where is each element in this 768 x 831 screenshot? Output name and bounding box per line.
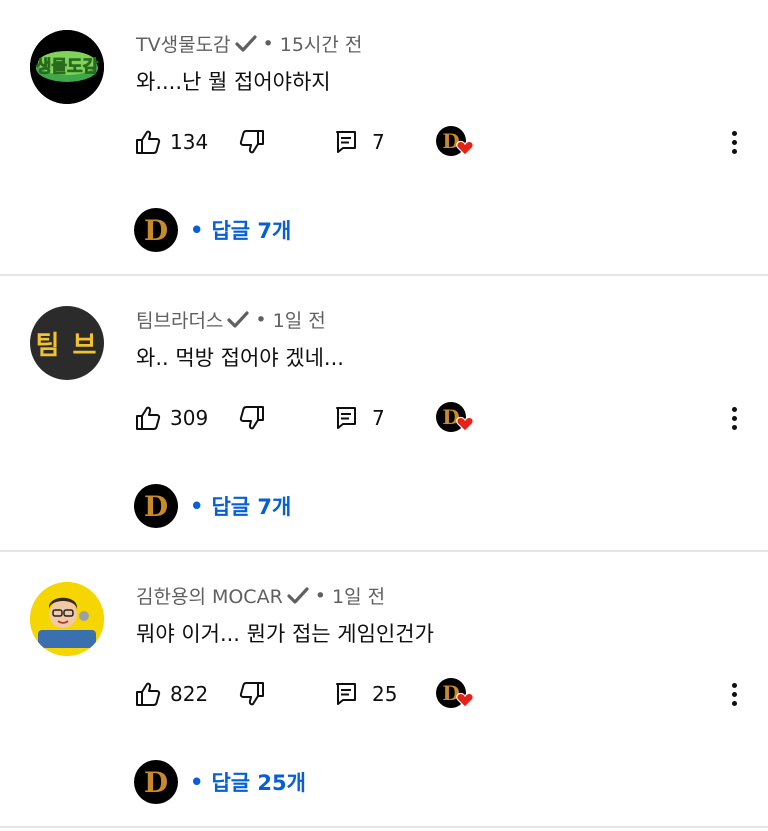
thumbs-up-icon xyxy=(136,682,161,706)
thumbs-up-icon xyxy=(136,406,161,430)
replies-label: 답글 7개 xyxy=(211,219,292,243)
creator-heart-badge: D xyxy=(436,126,476,162)
comment-item: 생물도감 TV생물도감 • 15시간 전 와....난 뭘 접어야하지 134 … xyxy=(0,0,768,276)
like-button[interactable]: 134 xyxy=(134,126,208,158)
view-replies-button[interactable]: D • 답글 7개 xyxy=(134,484,291,528)
reply-icon xyxy=(336,407,356,429)
like-button[interactable]: 822 xyxy=(134,678,208,710)
comment-actions: 309 7 D xyxy=(134,402,744,434)
dislike-button[interactable] xyxy=(238,126,268,158)
creator-avatar: D xyxy=(134,208,178,252)
creator-heart-badge: D xyxy=(436,678,476,714)
comment-text: 뭐야 이거... 뭔가 접는 게임인건가 xyxy=(136,622,434,646)
like-count: 822 xyxy=(170,682,209,706)
reply-button[interactable]: 25 xyxy=(334,678,397,710)
bullet: • xyxy=(190,494,204,518)
replies-label: 답글 7개 xyxy=(211,495,292,519)
creator-avatar: D xyxy=(134,484,178,528)
view-replies-button[interactable]: D • 답글 25개 xyxy=(134,760,306,804)
dislike-button[interactable] xyxy=(238,678,268,710)
avatar[interactable]: 생물도감 xyxy=(30,30,104,104)
thumbs-down-icon xyxy=(239,406,264,430)
comment-text: 와....난 뭘 접어야하지 xyxy=(136,70,331,94)
avatar[interactable]: 팀 브 xyxy=(30,306,104,380)
reply-count: 25 xyxy=(372,682,398,706)
comment-item: 김한용의 MOCAR • 1일 전 뭐야 이거... 뭔가 접는 게임인건가 8… xyxy=(0,552,768,828)
comment-text: 와.. 먹방 접어야 겠네... xyxy=(136,346,344,370)
avatar-text: 팀 브 xyxy=(35,330,99,361)
creator-heart-badge: D xyxy=(436,402,476,438)
comment-actions: 134 7 D xyxy=(134,126,744,158)
comment-time[interactable]: 15시간 전 xyxy=(280,30,363,57)
comment-header: 김한용의 MOCAR • 1일 전 xyxy=(136,582,385,609)
more-vert-icon[interactable] xyxy=(730,678,738,710)
time-separator: • xyxy=(314,584,326,607)
time-separator: • xyxy=(255,308,267,331)
reply-button[interactable]: 7 xyxy=(334,402,385,434)
avatar[interactable] xyxy=(30,582,104,656)
comment-header: 팀브라더스 • 1일 전 xyxy=(136,306,326,333)
verified-check-icon xyxy=(227,310,250,329)
reply-count: 7 xyxy=(372,406,385,430)
thumbs-down-icon xyxy=(239,130,264,154)
avatar-image: 생물도감 xyxy=(30,30,104,104)
more-vert-icon[interactable] xyxy=(730,126,738,158)
creator-avatar: D xyxy=(134,760,178,804)
like-count: 134 xyxy=(170,130,209,154)
svg-text:생물도감: 생물도감 xyxy=(36,57,99,77)
verified-check-icon xyxy=(287,586,309,605)
more-vert-icon[interactable] xyxy=(730,402,738,434)
reply-icon xyxy=(336,683,356,705)
author-name[interactable]: 김한용의 MOCAR xyxy=(136,582,283,609)
reply-count: 7 xyxy=(372,130,385,154)
comment-time[interactable]: 1일 전 xyxy=(332,582,385,609)
replies-label: 답글 25개 xyxy=(211,771,306,795)
author-name[interactable]: 팀브라더스 xyxy=(136,306,223,333)
thumbs-up-icon xyxy=(136,130,161,154)
like-button[interactable]: 309 xyxy=(134,402,208,434)
like-count: 309 xyxy=(170,406,209,430)
comment-item: 팀 브 팀브라더스 • 1일 전 와.. 먹방 접어야 겠네... 309 7 … xyxy=(0,276,768,552)
dislike-button[interactable] xyxy=(238,402,268,434)
verified-check-icon xyxy=(234,34,257,53)
avatar-image xyxy=(30,582,104,656)
comment-time[interactable]: 1일 전 xyxy=(273,306,326,333)
comment-header: TV생물도감 • 15시간 전 xyxy=(136,30,362,57)
time-separator: • xyxy=(262,32,274,55)
reply-icon xyxy=(336,131,356,153)
bullet: • xyxy=(190,770,204,794)
bullet: • xyxy=(190,218,204,242)
reply-button[interactable]: 7 xyxy=(334,126,385,158)
thumbs-down-icon xyxy=(239,682,264,706)
creator-heart-icon xyxy=(456,416,474,432)
view-replies-button[interactable]: D • 답글 7개 xyxy=(134,208,291,252)
creator-heart-icon xyxy=(456,692,474,708)
creator-heart-icon xyxy=(456,140,474,156)
comment-actions: 822 25 D xyxy=(134,678,744,710)
author-name[interactable]: TV생물도감 xyxy=(136,30,231,57)
